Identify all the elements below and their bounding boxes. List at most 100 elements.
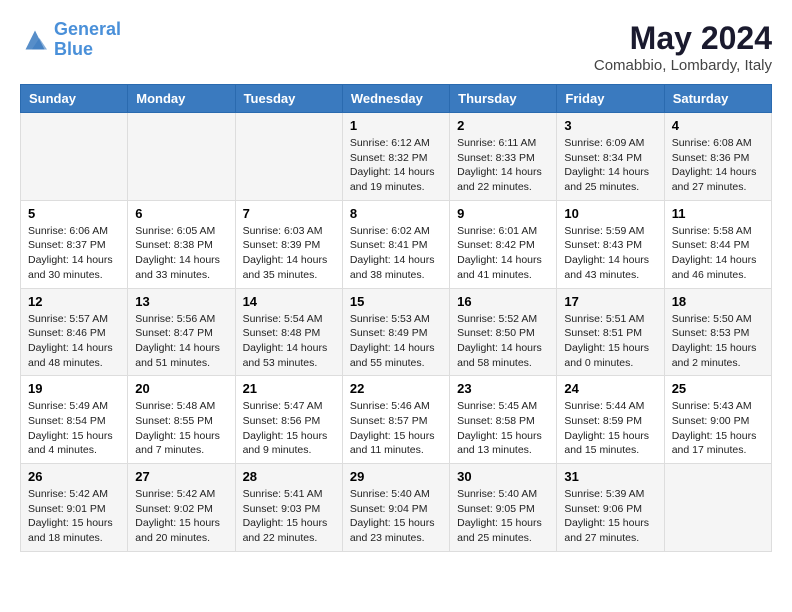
header-tuesday: Tuesday <box>235 85 342 113</box>
calendar-cell: 16Sunrise: 5:52 AM Sunset: 8:50 PM Dayli… <box>450 288 557 376</box>
calendar-cell: 6 Sunrise: 6:05 AM Sunset: 8:38 PM Daylig… <box>128 200 235 288</box>
day-number: 30 <box>457 469 549 484</box>
week-row-5: 26Sunrise: 5:42 AM Sunset: 9:01 PM Dayli… <box>21 464 772 552</box>
calendar-cell: 17Sunrise: 5:51 AM Sunset: 8:51 PM Dayli… <box>557 288 664 376</box>
day-info: Sunrise: 6:01 AM Sunset: 8:42 PM Dayligh… <box>457 224 549 283</box>
calendar-cell: 18 Sunrise: 5:50 AM Sunset: 8:53 PM Dayli… <box>664 288 771 376</box>
day-number: 8 <box>350 206 442 221</box>
calendar-cell: 12Sunrise: 5:57 AM Sunset: 8:46 PM Dayli… <box>21 288 128 376</box>
day-info: Sunrise: 5:50 AM Sunset: 8:53 PM Dayligh… <box>672 312 764 371</box>
logo: GeneralBlue <box>20 20 121 60</box>
day-info: Sunrise: 5:53 AM Sunset: 8:49 PM Dayligh… <box>350 312 442 371</box>
day-number: 20 <box>135 381 227 396</box>
week-row-4: 19 Sunrise: 5:49 AM Sunset: 8:54 PM Dayli… <box>21 376 772 464</box>
calendar-cell: 31 Sunrise: 5:39 AM Sunset: 9:06 PM Dayli… <box>557 464 664 552</box>
day-info: Sunrise: 6:11 AM Sunset: 8:33 PM Dayligh… <box>457 136 549 195</box>
day-number: 3 <box>564 118 656 133</box>
month-year-title: May 2024 <box>594 20 772 57</box>
day-info: Sunrise: 5:49 AM Sunset: 8:54 PM Dayligh… <box>28 399 120 458</box>
calendar-cell <box>128 113 235 201</box>
day-number: 16 <box>457 294 549 309</box>
day-number: 10 <box>564 206 656 221</box>
day-number: 25 <box>672 381 764 396</box>
day-number: 9 <box>457 206 549 221</box>
calendar-cell: 22 Sunrise: 5:46 AM Sunset: 8:57 PM Dayli… <box>342 376 449 464</box>
calendar-cell: 10 Sunrise: 5:59 AM Sunset: 8:43 PM Dayli… <box>557 200 664 288</box>
calendar-cell: 26Sunrise: 5:42 AM Sunset: 9:01 PM Dayli… <box>21 464 128 552</box>
calendar-cell: 5 Sunrise: 6:06 AM Sunset: 8:37 PM Daylig… <box>21 200 128 288</box>
header-thursday: Thursday <box>450 85 557 113</box>
calendar-cell: 25Sunrise: 5:43 AM Sunset: 9:00 PM Dayli… <box>664 376 771 464</box>
calendar-cell: 9 Sunrise: 6:01 AM Sunset: 8:42 PM Daylig… <box>450 200 557 288</box>
day-info: Sunrise: 5:40 AM Sunset: 9:05 PM Dayligh… <box>457 487 549 546</box>
day-info: Sunrise: 5:39 AM Sunset: 9:06 PM Dayligh… <box>564 487 656 546</box>
day-number: 18 <box>672 294 764 309</box>
title-block: May 2024 Comabbio, Lombardy, Italy <box>594 20 772 74</box>
calendar-cell: 21 Sunrise: 5:47 AM Sunset: 8:56 PM Dayli… <box>235 376 342 464</box>
day-info: Sunrise: 5:56 AM Sunset: 8:47 PM Dayligh… <box>135 312 227 371</box>
header-friday: Friday <box>557 85 664 113</box>
day-number: 19 <box>28 381 120 396</box>
day-number: 22 <box>350 381 442 396</box>
day-info: Sunrise: 5:59 AM Sunset: 8:43 PM Dayligh… <box>564 224 656 283</box>
calendar-cell: 28 Sunrise: 5:41 AM Sunset: 9:03 PM Dayli… <box>235 464 342 552</box>
day-number: 29 <box>350 469 442 484</box>
day-info: Sunrise: 5:42 AM Sunset: 9:01 PM Dayligh… <box>28 487 120 546</box>
header-monday: Monday <box>128 85 235 113</box>
day-info: Sunrise: 5:42 AM Sunset: 9:02 PM Dayligh… <box>135 487 227 546</box>
day-info: Sunrise: 5:46 AM Sunset: 8:57 PM Dayligh… <box>350 399 442 458</box>
week-row-3: 12Sunrise: 5:57 AM Sunset: 8:46 PM Dayli… <box>21 288 772 376</box>
day-number: 2 <box>457 118 549 133</box>
day-info: Sunrise: 6:12 AM Sunset: 8:32 PM Dayligh… <box>350 136 442 195</box>
day-number: 15 <box>350 294 442 309</box>
day-number: 6 <box>135 206 227 221</box>
calendar-header-row: SundayMondayTuesdayWednesdayThursdayFrid… <box>21 85 772 113</box>
day-info: Sunrise: 5:47 AM Sunset: 8:56 PM Dayligh… <box>243 399 335 458</box>
day-number: 7 <box>243 206 335 221</box>
page-header: GeneralBlue May 2024 Comabbio, Lombardy,… <box>20 20 772 74</box>
day-number: 28 <box>243 469 335 484</box>
calendar-cell: 30 Sunrise: 5:40 AM Sunset: 9:05 PM Dayli… <box>450 464 557 552</box>
logo-text: GeneralBlue <box>54 20 121 60</box>
logo-icon <box>20 28 50 52</box>
day-number: 23 <box>457 381 549 396</box>
calendar-cell: 13Sunrise: 5:56 AM Sunset: 8:47 PM Dayli… <box>128 288 235 376</box>
calendar-cell: 29Sunrise: 5:40 AM Sunset: 9:04 PM Dayli… <box>342 464 449 552</box>
day-info: Sunrise: 6:09 AM Sunset: 8:34 PM Dayligh… <box>564 136 656 195</box>
day-number: 5 <box>28 206 120 221</box>
header-sunday: Sunday <box>21 85 128 113</box>
day-number: 11 <box>672 206 764 221</box>
day-info: Sunrise: 5:44 AM Sunset: 8:59 PM Dayligh… <box>564 399 656 458</box>
day-number: 31 <box>564 469 656 484</box>
day-info: Sunrise: 6:08 AM Sunset: 8:36 PM Dayligh… <box>672 136 764 195</box>
calendar-cell <box>235 113 342 201</box>
calendar-cell: 27 Sunrise: 5:42 AM Sunset: 9:02 PM Dayli… <box>128 464 235 552</box>
header-saturday: Saturday <box>664 85 771 113</box>
day-number: 1 <box>350 118 442 133</box>
week-row-2: 5 Sunrise: 6:06 AM Sunset: 8:37 PM Daylig… <box>21 200 772 288</box>
calendar-cell: 2 Sunrise: 6:11 AM Sunset: 8:33 PM Daylig… <box>450 113 557 201</box>
calendar-cell <box>21 113 128 201</box>
calendar-cell: 19 Sunrise: 5:49 AM Sunset: 8:54 PM Dayli… <box>21 376 128 464</box>
day-number: 27 <box>135 469 227 484</box>
day-number: 14 <box>243 294 335 309</box>
day-info: Sunrise: 6:05 AM Sunset: 8:38 PM Dayligh… <box>135 224 227 283</box>
day-info: Sunrise: 5:57 AM Sunset: 8:46 PM Dayligh… <box>28 312 120 371</box>
calendar-cell <box>664 464 771 552</box>
day-info: Sunrise: 5:58 AM Sunset: 8:44 PM Dayligh… <box>672 224 764 283</box>
day-info: Sunrise: 5:45 AM Sunset: 8:58 PM Dayligh… <box>457 399 549 458</box>
calendar-cell: 3 Sunrise: 6:09 AM Sunset: 8:34 PM Daylig… <box>557 113 664 201</box>
calendar-table: SundayMondayTuesdayWednesdayThursdayFrid… <box>20 84 772 552</box>
calendar-cell: 14 Sunrise: 5:54 AM Sunset: 8:48 PM Dayli… <box>235 288 342 376</box>
calendar-cell: 20Sunrise: 5:48 AM Sunset: 8:55 PM Dayli… <box>128 376 235 464</box>
day-info: Sunrise: 6:02 AM Sunset: 8:41 PM Dayligh… <box>350 224 442 283</box>
header-wednesday: Wednesday <box>342 85 449 113</box>
location-subtitle: Comabbio, Lombardy, Italy <box>594 57 772 74</box>
day-info: Sunrise: 5:41 AM Sunset: 9:03 PM Dayligh… <box>243 487 335 546</box>
day-info: Sunrise: 5:54 AM Sunset: 8:48 PM Dayligh… <box>243 312 335 371</box>
day-number: 21 <box>243 381 335 396</box>
week-row-1: 1 Sunrise: 6:12 AM Sunset: 8:32 PM Daylig… <box>21 113 772 201</box>
day-info: Sunrise: 5:51 AM Sunset: 8:51 PM Dayligh… <box>564 312 656 371</box>
day-number: 4 <box>672 118 764 133</box>
day-info: Sunrise: 6:06 AM Sunset: 8:37 PM Dayligh… <box>28 224 120 283</box>
